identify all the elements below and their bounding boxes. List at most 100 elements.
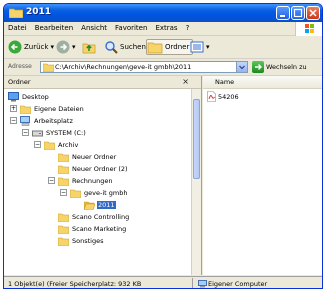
status-bar: 1 Objekt(e) (Freier Speicherplatz: 932 K… — [4, 276, 322, 288]
views-icon — [190, 41, 204, 53]
menu-ansicht[interactable]: Ansicht — [77, 22, 111, 32]
tree-item-arbeitsplatz[interactable]: Arbeitsplatz — [20, 115, 74, 126]
file-list-pane: Name 54206 — [203, 76, 322, 275]
up-button[interactable] — [82, 39, 96, 55]
tree-item-scano-controlling[interactable]: Scano Controlling — [58, 211, 130, 222]
tree-item-neuer-ordner-2[interactable]: Neuer Ordner (2) — [58, 163, 129, 174]
maximize-icon — [293, 8, 303, 18]
close-button[interactable] — [306, 6, 320, 20]
pdf-icon — [207, 91, 216, 102]
folder-up-icon — [82, 43, 96, 54]
folder-pane-title: Ordner — [8, 78, 31, 86]
collapse-icon[interactable]: − — [60, 189, 67, 196]
folder-icon — [9, 8, 23, 18]
window-title: 2011 — [26, 7, 52, 17]
tree-label: Neuer Ordner — [72, 152, 117, 161]
tree-item-sonstiges[interactable]: Sonstiges — [58, 235, 104, 246]
explorer-window: 2011 Datei Bearbeiten Ansicht Favoriten Extr… — [3, 3, 323, 289]
file-item-54206[interactable]: 54206 — [207, 91, 239, 102]
tree-item-system-c[interactable]: SYSTEM (C:) — [32, 127, 87, 138]
maximize-button[interactable] — [291, 6, 305, 20]
folder-pane-header: Ordner × — [4, 76, 201, 89]
tree-item-geve-it-gmbh[interactable]: geve-it gmbh — [70, 187, 128, 198]
menu-help[interactable]: ? — [182, 22, 194, 32]
collapse-icon[interactable]: − — [10, 117, 17, 124]
tree-item-scano-marketing[interactable]: Scano Marketing — [58, 223, 127, 234]
tree-label: Scano Controlling — [72, 212, 130, 221]
folders-icon — [147, 42, 163, 54]
expand-icon[interactable]: + — [10, 105, 17, 112]
folder-icon — [44, 141, 55, 150]
search-button[interactable]: Suchen — [104, 39, 146, 55]
collapse-icon[interactable]: − — [22, 129, 29, 136]
address-value: C:\Archiv\Rechnungen\geve-it gmbh\2011 — [55, 63, 192, 71]
windows-logo — [295, 22, 322, 36]
menu-bar: Datei Bearbeiten Ansicht Favoriten Extras? — [4, 22, 322, 36]
scrollbar-thumb[interactable] — [193, 99, 200, 179]
folder-icon — [58, 165, 69, 174]
folder-pane-scrollbar[interactable] — [191, 89, 201, 275]
status-divider — [192, 278, 193, 288]
back-arrow-icon — [8, 40, 22, 54]
back-label: Zurück — [24, 43, 49, 51]
tree-label: Arbeitsplatz — [34, 116, 73, 125]
close-icon — [309, 9, 317, 17]
go-label[interactable]: Wechseln zu — [266, 63, 307, 71]
folder-icon — [58, 177, 69, 186]
tree-label: Rechnungen — [72, 176, 113, 185]
tree-label: 2011 — [97, 200, 116, 209]
folder-icon — [70, 189, 81, 198]
folder-icon — [58, 237, 69, 246]
chevron-down-icon — [239, 65, 245, 70]
toolbar: Zurück ▾ ▾ Suchen Ordner ▾ — [4, 36, 322, 59]
column-header-name[interactable]: Name — [203, 76, 322, 89]
back-dropdown-icon[interactable]: ▾ — [50, 43, 54, 51]
views-dropdown-icon[interactable]: ▾ — [206, 43, 210, 51]
status-text: 1 Objekt(e) (Freier Speicherplatz: 932 K… — [8, 280, 142, 288]
folder-icon — [58, 153, 69, 162]
tree-label: Scano Marketing — [72, 224, 127, 233]
menu-extras[interactable]: Extras — [151, 22, 181, 32]
forward-button[interactable]: ▾ — [56, 39, 76, 55]
tree-item-rechnungen[interactable]: Rechnungen — [58, 175, 114, 186]
folder-tree: Desktop + Eigene Dateien − Arbeitsplatz … — [4, 89, 192, 275]
address-label: Adresse — [8, 63, 32, 70]
tree-label: Sonstiges — [72, 236, 104, 245]
tree-item-neuer-ordner[interactable]: Neuer Ordner — [58, 151, 117, 162]
forward-dropdown-icon[interactable]: ▾ — [72, 43, 76, 51]
collapse-icon[interactable]: − — [34, 141, 41, 148]
status-location: Eigener Computer — [208, 280, 268, 288]
title-bar[interactable]: 2011 — [4, 4, 322, 22]
tree-label: geve-it gmbh — [84, 188, 128, 197]
address-field[interactable]: C:\Archiv\Rechnungen\geve-it gmbh\2011 — [40, 61, 248, 73]
tree-item-eigene-dateien[interactable]: Eigene Dateien — [20, 103, 85, 114]
tree-label: SYSTEM (C:) — [46, 128, 86, 137]
menu-favoriten[interactable]: Favoriten — [111, 22, 151, 32]
folder-icon — [58, 225, 69, 234]
search-icon — [105, 41, 118, 54]
collapse-icon[interactable]: − — [48, 177, 55, 184]
desktop-icon — [8, 91, 19, 101]
address-bar: Adresse C:\Archiv\Rechnungen\geve-it gmb… — [4, 59, 322, 76]
close-icon[interactable]: × — [182, 77, 189, 86]
go-button[interactable] — [252, 61, 264, 73]
tree-label: Neuer Ordner (2) — [72, 164, 128, 173]
tree-item-archiv[interactable]: Archiv — [44, 139, 79, 150]
tree-label: Archiv — [58, 140, 79, 149]
tree-item-desktop[interactable]: Desktop — [8, 91, 50, 102]
menu-datei[interactable]: Datei — [4, 22, 31, 32]
views-button[interactable]: ▾ — [190, 39, 210, 55]
go-arrow-icon — [255, 64, 262, 70]
address-dropdown-button[interactable] — [236, 62, 247, 72]
back-button[interactable]: Zurück ▾ — [8, 39, 54, 55]
folders-button[interactable]: Ordner — [146, 39, 194, 55]
search-label: Suchen — [120, 43, 146, 51]
tree-item-2011[interactable]: 2011 — [84, 199, 116, 210]
folder-pane: Ordner × Desktop + Eigene Dateien − Arbe… — [4, 76, 202, 275]
minimize-button[interactable] — [276, 6, 290, 20]
folder-open-icon — [84, 201, 95, 210]
drive-icon — [32, 130, 43, 136]
menu-bearbeiten[interactable]: Bearbeiten — [31, 22, 77, 32]
tree-label: Desktop — [22, 92, 49, 101]
folder-icon — [43, 63, 54, 72]
